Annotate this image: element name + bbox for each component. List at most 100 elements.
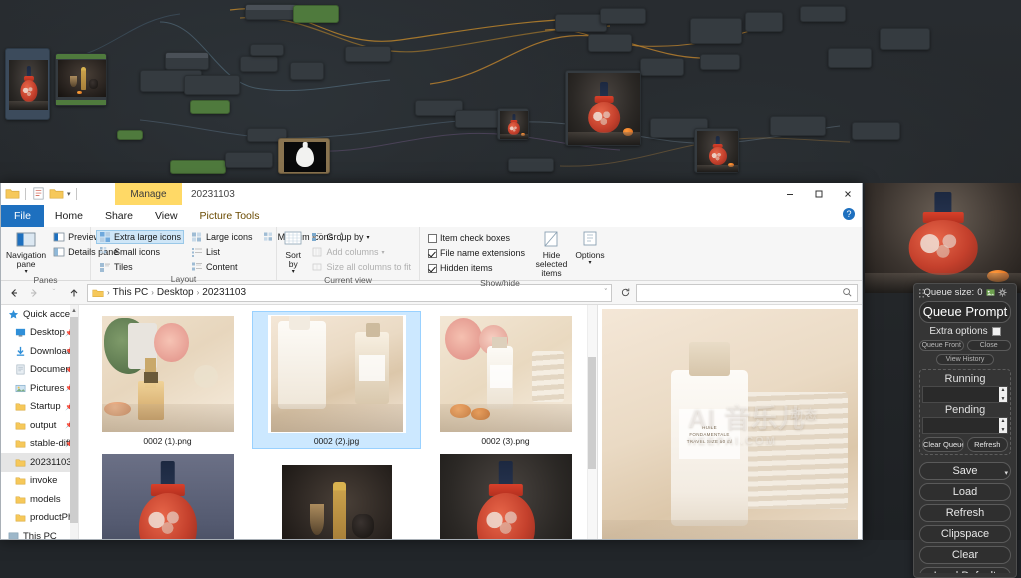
close-button[interactable] [833,183,862,205]
file-thumbnail[interactable] [436,315,575,433]
file-explorer-window[interactable]: ▾ Manage 20231103 File Home Share View P… [0,183,863,540]
graph-node[interactable] [640,58,684,76]
file-thumbnail[interactable] [267,453,406,539]
breadcrumb-item-this-pc[interactable]: This PC [113,287,149,298]
hide-selected-items-button[interactable]: Hide selected items [532,229,571,278]
sidebar-scrollbar[interactable]: ▲ [70,305,78,539]
refresh-button[interactable] [616,284,634,302]
add-columns-button[interactable]: Add columns ▾ [308,245,414,259]
back-button[interactable] [5,284,23,302]
hidden-items-toggle[interactable]: Hidden items [425,261,528,275]
search-field[interactable] [641,287,842,298]
breadcrumb-separator[interactable]: › [197,288,200,297]
refresh-queue-button[interactable]: Refresh [966,437,1008,452]
search-icon[interactable] [842,287,853,298]
graph-node[interactable] [508,158,554,172]
image-icon[interactable] [985,288,995,297]
chevron-down-icon[interactable]: ▾ [1004,469,1008,477]
sidebar-item-startup[interactable]: Startup 📌 [1,398,78,417]
drag-handle-icon[interactable] [918,288,925,299]
file-list-scroll-thumb[interactable] [588,357,596,469]
graph-node[interactable] [345,46,391,62]
content-button[interactable]: Content [188,260,256,274]
file-item[interactable]: 0002 (3).png [421,311,590,449]
save-row[interactable]: Save ▾ [919,462,1011,480]
image-preview-node[interactable] [694,128,739,173]
graph-node[interactable] [117,130,143,140]
clear-queue-button[interactable]: Clear Queue [922,437,964,452]
breadcrumb-separator[interactable]: › [151,288,154,297]
extra-options-checkbox[interactable] [991,327,1001,336]
queue-prompt-button[interactable]: Queue Prompt [919,301,1011,323]
file-thumbnail[interactable] [98,453,237,539]
close-button[interactable]: Close [966,340,1011,351]
graph-node[interactable] [852,122,900,140]
graph-node[interactable] [240,56,278,72]
chevron-down-icon[interactable]: ▾ [366,234,369,241]
queue-front-button[interactable]: Queue Front [919,340,964,351]
chevron-down-icon[interactable]: ˇ [605,289,607,296]
small-icons-button[interactable]: Small icons [96,245,184,259]
contextual-tab-manage[interactable]: Manage [115,183,182,205]
file-item[interactable] [421,449,590,539]
image-preview-node[interactable] [55,53,107,106]
item-check-boxes-toggle[interactable]: Item check boxes [425,231,528,245]
file-thumbnail[interactable] [98,315,237,433]
graph-node[interactable] [245,4,297,20]
graph-node[interactable] [250,44,284,56]
queue-actions[interactable]: Queue Front Close [919,337,1011,351]
graph-node[interactable] [184,75,240,95]
layout-col-2[interactable]: Large icons List Content [188,229,256,274]
graph-node[interactable] [290,62,324,80]
queue-buttons[interactable]: Clear Queue Refresh [922,437,1008,452]
extra-large-icons-button[interactable]: Extra large icons [96,230,185,244]
load-default-button[interactable]: Load Default [919,567,1011,573]
breadcrumb-item-folder[interactable]: 20231103 [202,287,246,298]
sidebar-item-output[interactable]: output 📌 [1,416,78,435]
pending-spinner[interactable]: ▲ ▼ [999,418,1007,433]
new-folder-icon[interactable] [49,186,64,201]
graph-node[interactable] [170,160,226,174]
navigation-pane-button[interactable]: Navigation pane ▾ [6,229,46,275]
tab-view[interactable]: View [144,205,189,227]
file-name-extensions-toggle[interactable]: File name extensions [425,246,528,260]
help-icon[interactable]: ? [843,208,855,220]
file-thumbnail[interactable] [267,315,406,433]
graph-node[interactable] [770,116,826,136]
breadcrumb-separator[interactable]: › [107,288,110,297]
chevron-down-icon[interactable]: ▾ [381,249,384,256]
breadcrumb-item-desktop[interactable]: Desktop [157,287,194,298]
graph-node[interactable] [828,48,872,68]
scroll-up-icon[interactable]: ▲ [70,305,78,316]
graph-node[interactable] [800,6,846,22]
maximize-button[interactable] [804,183,833,205]
graph-node[interactable] [190,100,230,114]
image-preview-node[interactable] [497,108,529,140]
chevron-down-icon[interactable]: ▾ [588,260,591,266]
save-button[interactable]: Save [919,462,1011,480]
sidebar-item-downloads[interactable]: Downloads 📌 [1,342,78,361]
file-item[interactable] [252,449,421,539]
checkbox[interactable] [428,263,437,273]
clear-button[interactable]: Clear [919,546,1011,564]
recent-locations-button[interactable]: ˇ [45,284,63,302]
file-list-scrollbar[interactable] [587,305,597,539]
graph-node[interactable] [600,8,646,24]
sidebar-item-quick-access[interactable]: Quick access [1,305,78,324]
folder-icon[interactable] [5,186,20,201]
sidebar-item-20231103[interactable]: 20231103 [1,453,78,472]
navigation-pane[interactable]: Quick access Desktop 📌 Downloads 📌 Docum… [1,305,79,539]
graph-node[interactable] [745,12,783,32]
image-preview-node[interactable] [565,70,641,146]
graph-node[interactable] [225,152,273,168]
image-preview-node[interactable] [5,48,50,120]
chevron-down-icon[interactable]: ˇ [53,288,56,297]
forward-button[interactable] [25,284,43,302]
layout-col-1[interactable]: Extra large icons Small icons Tiles [96,229,185,274]
title-bar[interactable]: ▾ Manage 20231103 [1,183,862,205]
ribbon-tabs[interactable]: File Home Share View Picture Tools ? [1,205,862,227]
options-button[interactable]: Options ▾ [575,229,605,266]
sidebar-item-models[interactable]: models [1,490,78,509]
checkbox[interactable] [428,248,437,258]
sort-by-button[interactable]: Sort by ▾ [282,229,304,275]
